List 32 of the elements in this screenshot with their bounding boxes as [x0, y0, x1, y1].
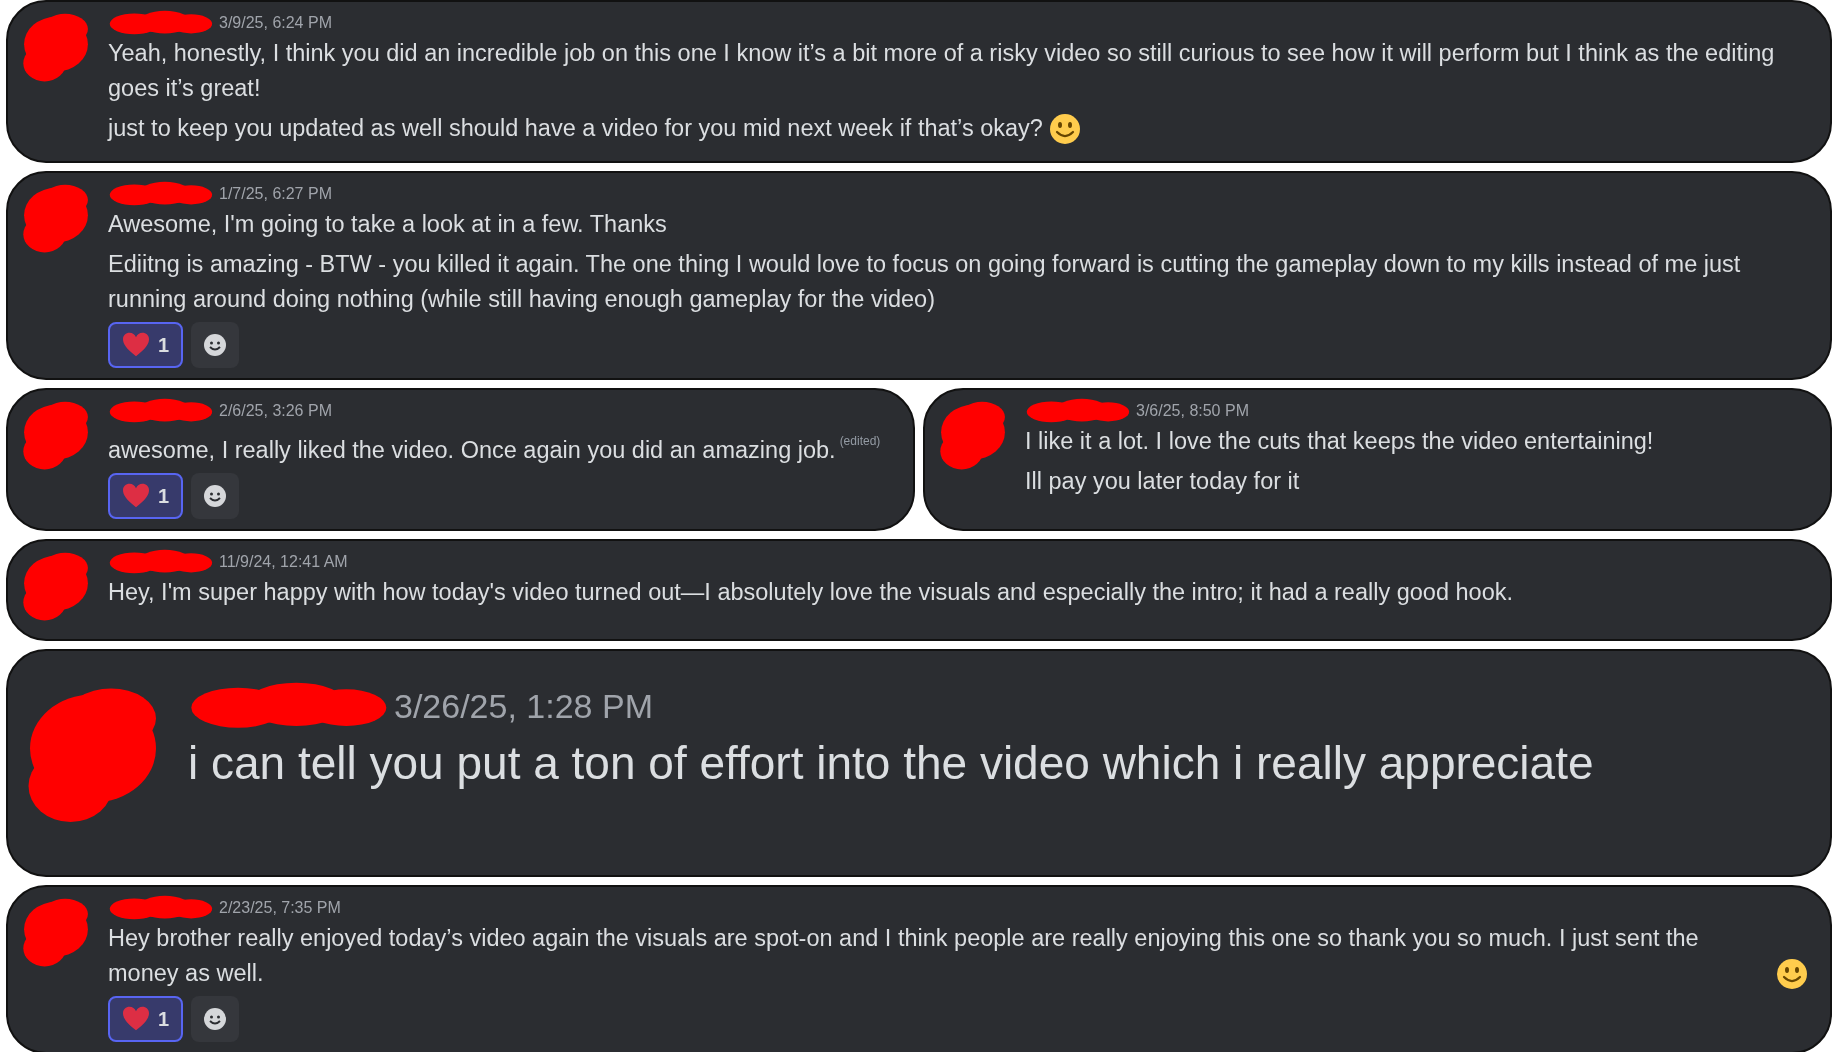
message-text: I like it a lot. I love the cuts that keeps the video entertaining! — [1025, 427, 1654, 456]
heart-icon — [122, 332, 150, 358]
message-text: Awesome, I'm going to take a look at in a few. Thanks — [108, 210, 667, 239]
timestamp: 1/7/25, 6:27 PM — [219, 185, 332, 203]
timestamp: 2/23/25, 7:35 PM — [219, 899, 341, 917]
add-reaction-button[interactable] — [191, 322, 240, 368]
timestamp: 3/26/25, 1:28 PM — [394, 686, 653, 726]
smiley-emoji-icon — [1048, 113, 1081, 145]
heart-icon — [122, 483, 150, 509]
add-reaction-button[interactable] — [191, 473, 240, 519]
heart-reaction[interactable]: 1 — [108, 322, 184, 368]
timestamp: 3/6/25, 8:50 PM — [1136, 402, 1249, 420]
message-text: awesome, I really liked the video. Once again you did an amazing job. — [108, 436, 836, 465]
smiley-icon — [203, 484, 228, 508]
heart-reaction[interactable]: 1 — [108, 473, 184, 519]
smiley-emoji-icon — [1776, 958, 1808, 990]
timestamp: 11/9/24, 12:41 AM — [219, 553, 348, 571]
smiley-icon — [203, 1007, 228, 1031]
message-text: Hey, I'm super happy with how today's video turned out—I absolutely love the visuals and especially the intro; it had a really good hook. — [108, 578, 1513, 607]
edited-label: (edited) — [839, 433, 881, 450]
message-text: i can tell you put a ton of effort into the video which i really appreciate — [188, 736, 1594, 791]
add-reaction-button[interactable] — [191, 996, 240, 1042]
timestamp: 2/6/25, 3:26 PM — [219, 402, 332, 420]
heart-reaction[interactable]: 1 — [108, 996, 184, 1042]
message-text: Ediitng is amazing - BTW - you killed it again. The one thing I would love to focus on going forward is cutting the gameplay down to my kills instead of me just running around doing nothing (while still having enough gameplay for the video) — [108, 250, 1742, 314]
message-text: Yeah, honestly, I think you did an incredible job on this one I know it’s a bit more of a risky video so still curious to see how it will perform but I think as the editing goes it’s great! — [108, 39, 1776, 103]
message-text: Ill pay you later today for it — [1025, 467, 1300, 496]
smiley-icon — [203, 333, 228, 357]
message-text: Hey brother really enjoyed today’s video again the visuals are spot-on and I think people are really enjoying this one so thank you so much. I just sent the money as well. — [108, 924, 1700, 988]
message-text: just to keep you updated as well should have a video for you mid next week if that’s okay? — [108, 114, 1043, 143]
timestamp: 3/9/25, 6:24 PM — [219, 14, 332, 32]
heart-icon — [122, 1006, 150, 1032]
